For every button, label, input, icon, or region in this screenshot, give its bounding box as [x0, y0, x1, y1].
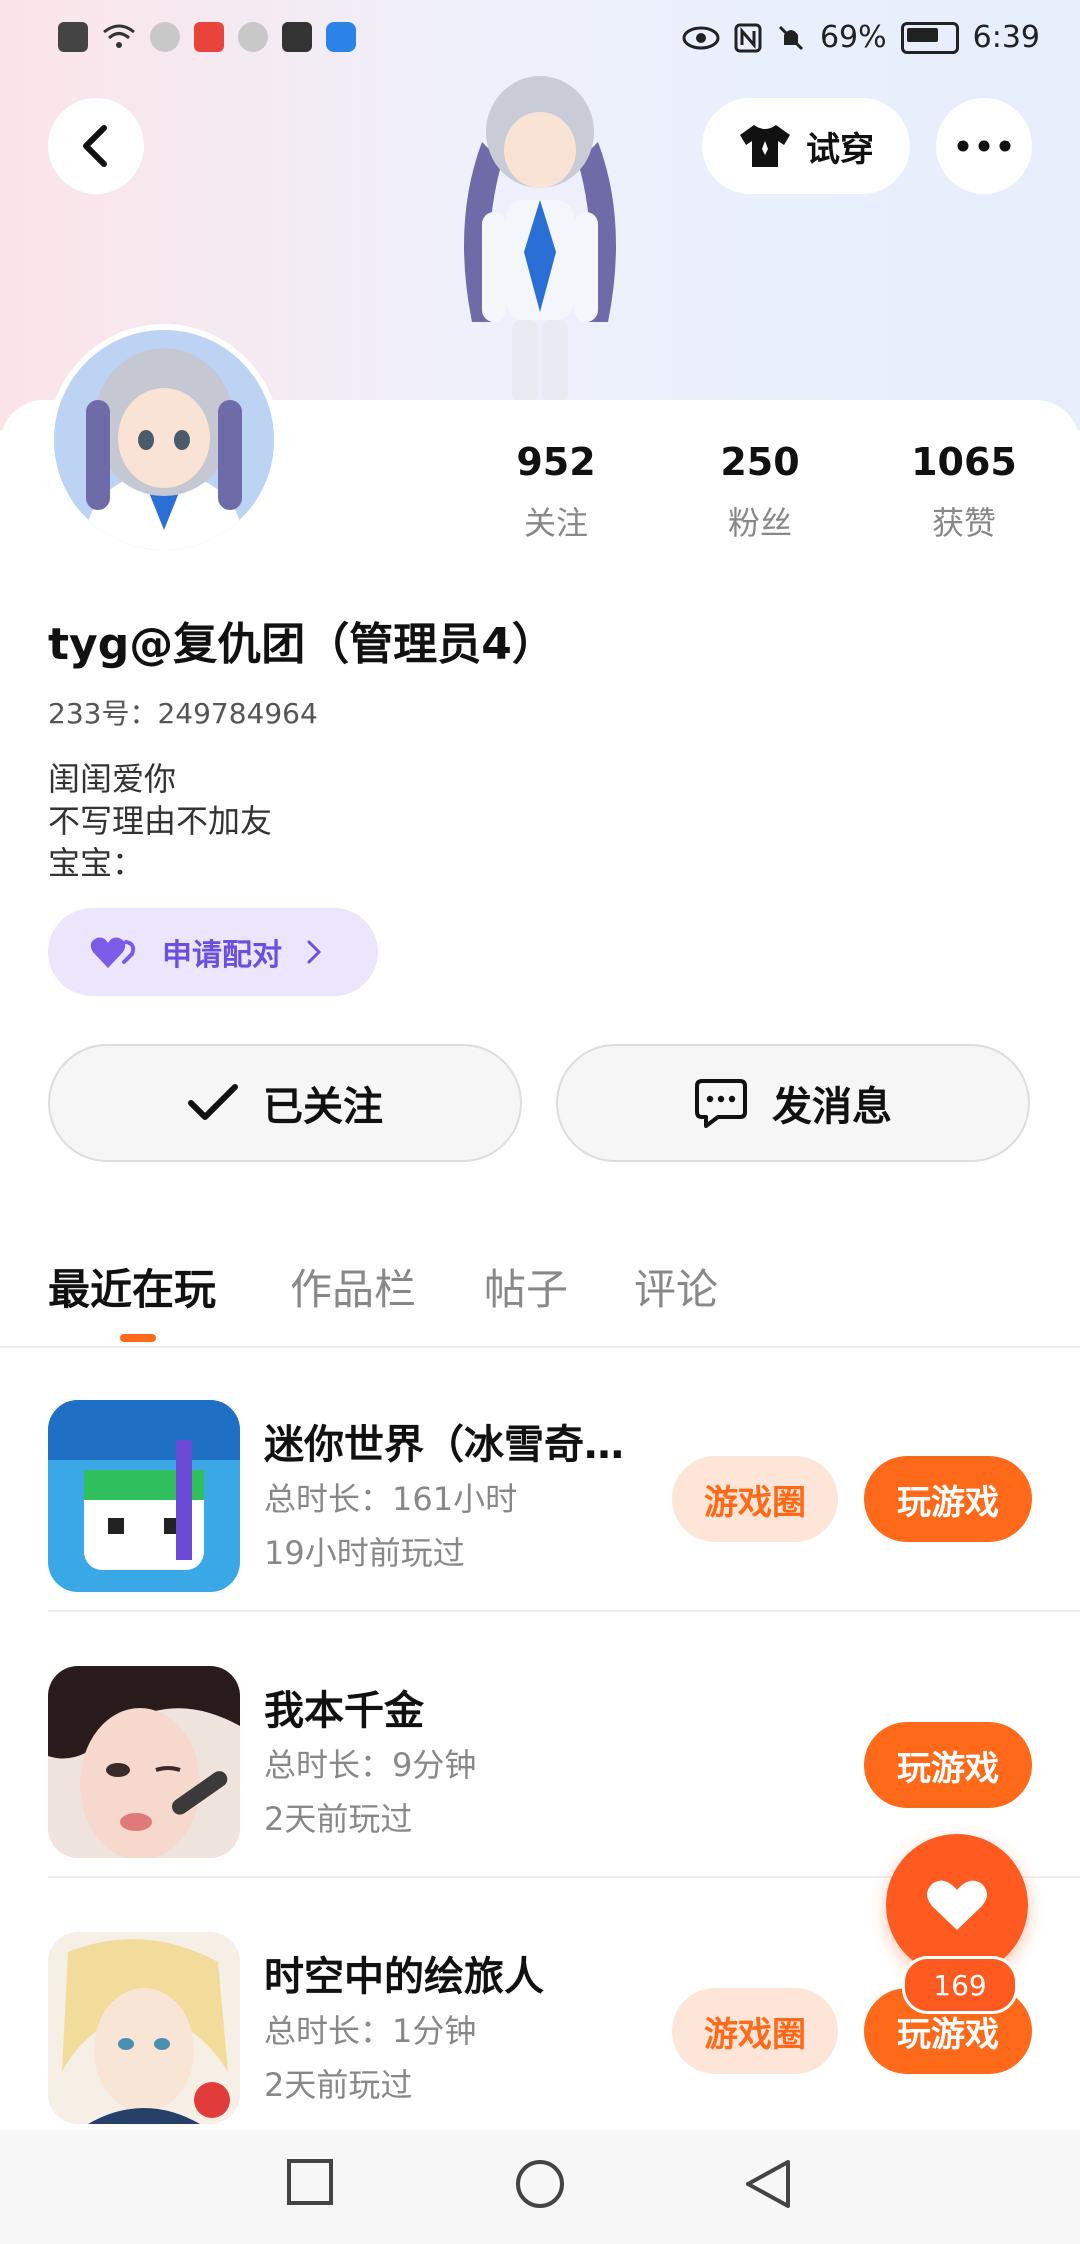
avatar-3d-figure: [464, 76, 616, 402]
battery-icon: [900, 21, 959, 54]
message-button[interactable]: 发消息: [556, 1044, 1030, 1162]
game-duration: 总时长：161小时: [264, 1480, 518, 1518]
game-duration: 总时长：1分钟: [264, 2012, 477, 2050]
game-icon: [48, 1932, 240, 2124]
bio-line: 不写理由不加友: [48, 802, 273, 840]
game-circle-button[interactable]: 游戏圈: [672, 1988, 838, 2074]
username: tyg@复仇团（管理员4）: [48, 619, 556, 670]
stat-fans-label: 粉丝: [727, 504, 792, 542]
chevron-left-icon: [83, 125, 107, 167]
tab-indicator: [120, 1334, 156, 1342]
play-game-button[interactable]: 玩游戏: [864, 1722, 1032, 1808]
battery-percent: 69%: [819, 20, 887, 55]
clock: 6:39: [972, 20, 1040, 55]
avatar[interactable]: [48, 324, 280, 556]
more-dots-icon: [957, 140, 1011, 152]
follow-button[interactable]: 已关注: [48, 1044, 522, 1162]
stat-fans-value: 250: [720, 440, 800, 484]
user-id: 233号：249784964: [48, 692, 318, 732]
check-icon: [188, 1084, 238, 1120]
shirt-icon: [740, 125, 790, 167]
chat-icon: [695, 1079, 747, 1128]
chevron-right-icon: [307, 940, 322, 964]
game-icon: [48, 1666, 240, 1858]
calendar-icon: [282, 22, 312, 52]
try-on-label: 试穿: [806, 129, 874, 170]
stat-likes[interactable]: 1065 获赞: [874, 440, 1054, 544]
game-duration: 总时长：9分钟: [264, 1746, 477, 1784]
tab-comments[interactable]: 评论: [634, 1256, 718, 1317]
like-count: 169: [902, 1956, 1018, 2014]
stat-likes-label: 获赞: [931, 504, 996, 542]
stat-following-value: 952: [516, 440, 596, 484]
tab-posts[interactable]: 帖子: [484, 1256, 568, 1317]
pair-request-button[interactable]: 申请配对: [48, 908, 378, 996]
back-nav-icon[interactable]: [744, 2158, 792, 2210]
tab-recently-played[interactable]: 最近在玩: [48, 1256, 216, 1317]
stat-likes-value: 1065: [911, 440, 1017, 484]
tab-works[interactable]: 作品栏: [290, 1256, 416, 1317]
message-label: 发消息: [772, 1084, 892, 1130]
user-id-label: 233号：: [48, 697, 158, 730]
list-item[interactable]: 我本千金 总时长：9分钟 2天前玩过 玩游戏: [0, 1612, 1080, 1878]
game-last-played: 2天前玩过: [264, 1800, 413, 1838]
shield-icon: [326, 22, 356, 52]
weather-icon: [150, 22, 180, 52]
game-name: 时空中的绘旅人: [264, 1954, 544, 2000]
alert-icon: [58, 22, 88, 52]
app-notification-icon: [194, 22, 224, 52]
back-button[interactable]: [48, 98, 144, 194]
more-button[interactable]: [936, 98, 1032, 194]
user-id-value: 249784964: [157, 697, 318, 730]
wifi-icon: [103, 24, 135, 48]
list-item[interactable]: 迷你世界（冰雪奇… 总时长：161小时 19小时前玩过 游戏圈 玩游戏: [0, 1346, 1080, 1612]
game-name: 迷你世界（冰雪奇…: [264, 1422, 624, 1468]
app2-notification-icon: [238, 22, 268, 52]
home-icon[interactable]: [514, 2158, 566, 2210]
follow-label: 已关注: [263, 1084, 383, 1130]
play-game-button[interactable]: 玩游戏: [864, 1456, 1032, 1542]
stat-following[interactable]: 952 关注: [466, 440, 646, 544]
game-name: 我本千金: [264, 1688, 424, 1734]
mute-icon: [778, 25, 803, 50]
nfc-icon: [734, 23, 762, 52]
game-icon: [48, 1400, 240, 1592]
bio: 闺闺爱你 不写理由不加友 宝宝：: [48, 758, 272, 884]
game-last-played: 19小时前玩过: [264, 1534, 465, 1572]
stat-fans[interactable]: 250 粉丝: [670, 440, 850, 544]
heart-icon: [927, 1880, 987, 1930]
like-button[interactable]: [886, 1834, 1028, 1976]
content-tabs: 最近在玩 作品栏 帖子 评论: [0, 1230, 1080, 1348]
pair-request-label: 申请配对: [162, 938, 282, 973]
bio-line: 闺闺爱你: [48, 760, 177, 798]
try-on-button[interactable]: 试穿: [702, 98, 910, 194]
avatar-image: [54, 330, 274, 550]
stat-following-label: 关注: [523, 504, 588, 542]
recents-icon[interactable]: [286, 2158, 334, 2206]
system-nav-bar: [0, 2130, 1080, 2244]
bio-line: 宝宝：: [48, 844, 145, 882]
game-circle-button[interactable]: 游戏圈: [672, 1456, 838, 1542]
eye-icon: [682, 26, 720, 49]
hearts-icon: [90, 937, 136, 968]
game-last-played: 2天前玩过: [264, 2066, 413, 2104]
